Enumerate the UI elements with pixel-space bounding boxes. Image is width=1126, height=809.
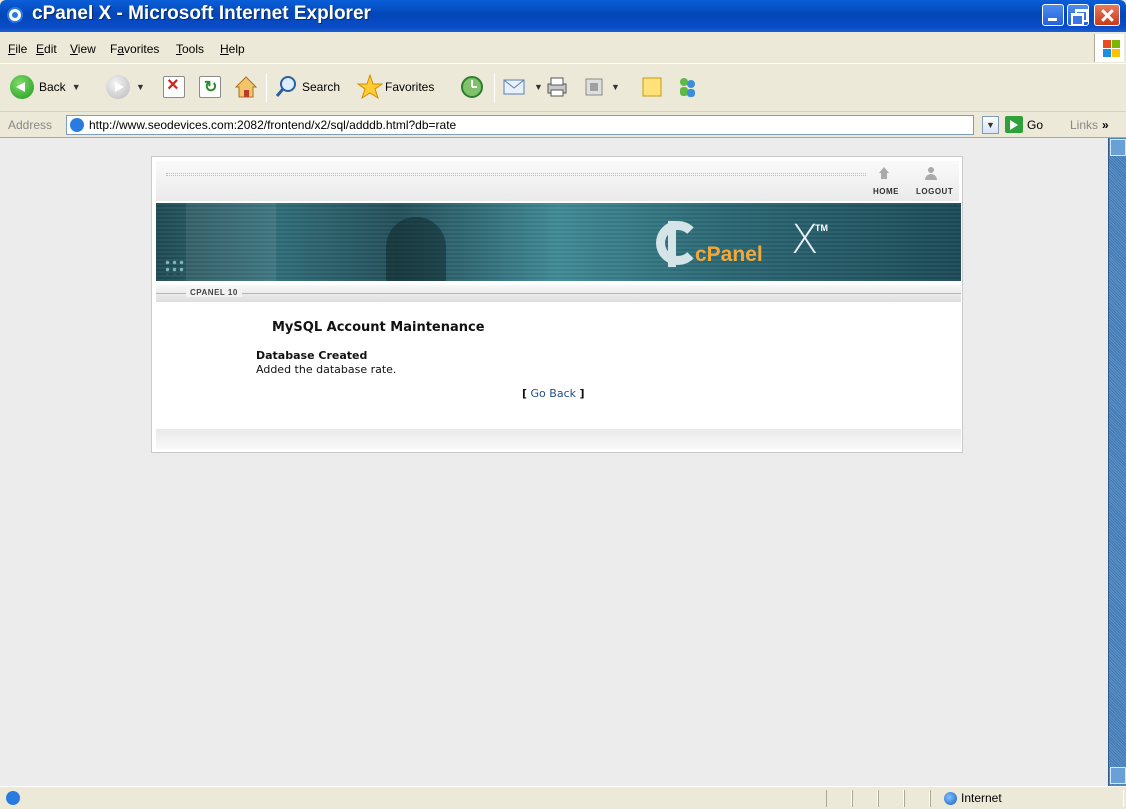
stop-button[interactable] (163, 74, 185, 98)
edit-dropdown-icon[interactable]: ▼ (611, 82, 620, 92)
menu-file[interactable]: File (8, 42, 27, 56)
mail-dropdown-icon[interactable]: ▼ (534, 82, 543, 92)
scroll-up-button[interactable] (1110, 139, 1126, 156)
menu-bar: File Edit View Favorites Tools Help (0, 32, 1126, 64)
menu-tools[interactable]: Tools (176, 42, 204, 56)
cpanel-logo-word: cPanel (695, 243, 763, 266)
windows-logo-icon (1094, 34, 1124, 62)
discuss-button[interactable] (640, 75, 664, 99)
cpanel-logout-icon[interactable] (924, 167, 938, 181)
refresh-icon (199, 76, 221, 98)
standard-toolbar: Back ▼ ▼ Search Favorites ▼ ▼ (0, 65, 1126, 112)
menu-view[interactable]: View (70, 42, 96, 56)
cpanel-topbar: HOME LOGOUT (156, 161, 959, 201)
cpanel-home-icon[interactable] (877, 167, 891, 181)
scroll-down-button[interactable] (1110, 767, 1126, 784)
dotted-divider (166, 173, 866, 176)
status-message: Added the database rate. (256, 363, 397, 376)
back-dropdown-icon[interactable]: ▼ (72, 82, 81, 92)
page-icon (70, 118, 84, 132)
print-button[interactable] (545, 75, 569, 99)
home-link[interactable]: HOME (873, 187, 899, 196)
cpanel-footer-bar (156, 429, 961, 449)
cpanel-logo-icon (656, 221, 700, 265)
globe-icon (944, 791, 957, 805)
discuss-icon (642, 77, 662, 97)
cpanel-logo-tm: TM (815, 223, 828, 233)
go-back-link-wrapper: [ Go Back ] (522, 387, 585, 400)
window-title: cPanel X - Microsoft Internet Explorer (32, 3, 371, 24)
messenger-icon (680, 78, 695, 97)
go-arrow-icon (1005, 116, 1023, 133)
home-button[interactable] (234, 75, 258, 99)
forward-button[interactable]: ▼ (106, 75, 145, 99)
cpanel-container: HOME LOGOUT cPanel X TM CPANEL 10 MySQL … (151, 156, 963, 453)
status-heading: Database Created (256, 349, 368, 362)
security-zone: Internet (944, 791, 1002, 805)
refresh-button[interactable] (199, 76, 221, 98)
address-dropdown-button[interactable]: ▼ (982, 116, 999, 134)
cpanel-banner: cPanel X TM (156, 203, 961, 281)
ie-icon[interactable] (7, 7, 23, 23)
go-button[interactable]: Go (1005, 116, 1043, 133)
stop-icon (163, 74, 185, 98)
restore-button[interactable] (1067, 4, 1089, 26)
address-label: Address (8, 118, 53, 132)
history-icon (461, 76, 483, 98)
back-arrow-icon (10, 75, 34, 99)
close-button[interactable] (1094, 4, 1120, 26)
logout-link[interactable]: LOGOUT (916, 187, 953, 196)
search-icon (275, 76, 296, 97)
forward-arrow-icon (106, 75, 130, 99)
home-icon (234, 76, 258, 98)
favorites-button[interactable]: Favorites (357, 74, 434, 100)
address-bar: Address http://www.seodevices.com:2082/f… (0, 112, 1126, 138)
ie-page-status-icon (6, 791, 20, 805)
mail-icon (503, 79, 525, 95)
messenger-button[interactable] (675, 75, 699, 99)
history-button[interactable] (460, 75, 484, 99)
favorites-star-icon (357, 74, 383, 100)
menu-edit[interactable]: Edit (36, 42, 57, 56)
minimize-button[interactable] (1042, 4, 1064, 26)
address-input[interactable]: http://www.seodevices.com:2082/frontend/… (66, 115, 974, 135)
print-icon (547, 77, 567, 97)
links-button[interactable]: Links» (1070, 118, 1109, 132)
vertical-scrollbar[interactable] (1108, 138, 1126, 786)
cpanel-version-label: CPANEL 10 (186, 288, 242, 297)
page-title: MySQL Account Maintenance (272, 320, 485, 335)
status-bar: Internet (0, 786, 1126, 809)
edit-button[interactable]: ▼ (583, 76, 620, 98)
search-button[interactable]: Search (274, 75, 340, 99)
forward-dropdown-icon[interactable]: ▼ (136, 82, 145, 92)
menu-help[interactable]: Help (220, 42, 245, 56)
go-back-link[interactable]: Go Back (531, 387, 576, 400)
menu-favorites[interactable]: Favorites (110, 42, 159, 56)
mail-button[interactable]: ▼ (502, 75, 543, 99)
back-button[interactable]: Back ▼ (10, 75, 81, 99)
cpanel-version-bar: CPANEL 10 (156, 285, 961, 302)
edit-icon (585, 78, 603, 96)
window-titlebar[interactable]: cPanel X - Microsoft Internet Explorer (0, 0, 1126, 32)
